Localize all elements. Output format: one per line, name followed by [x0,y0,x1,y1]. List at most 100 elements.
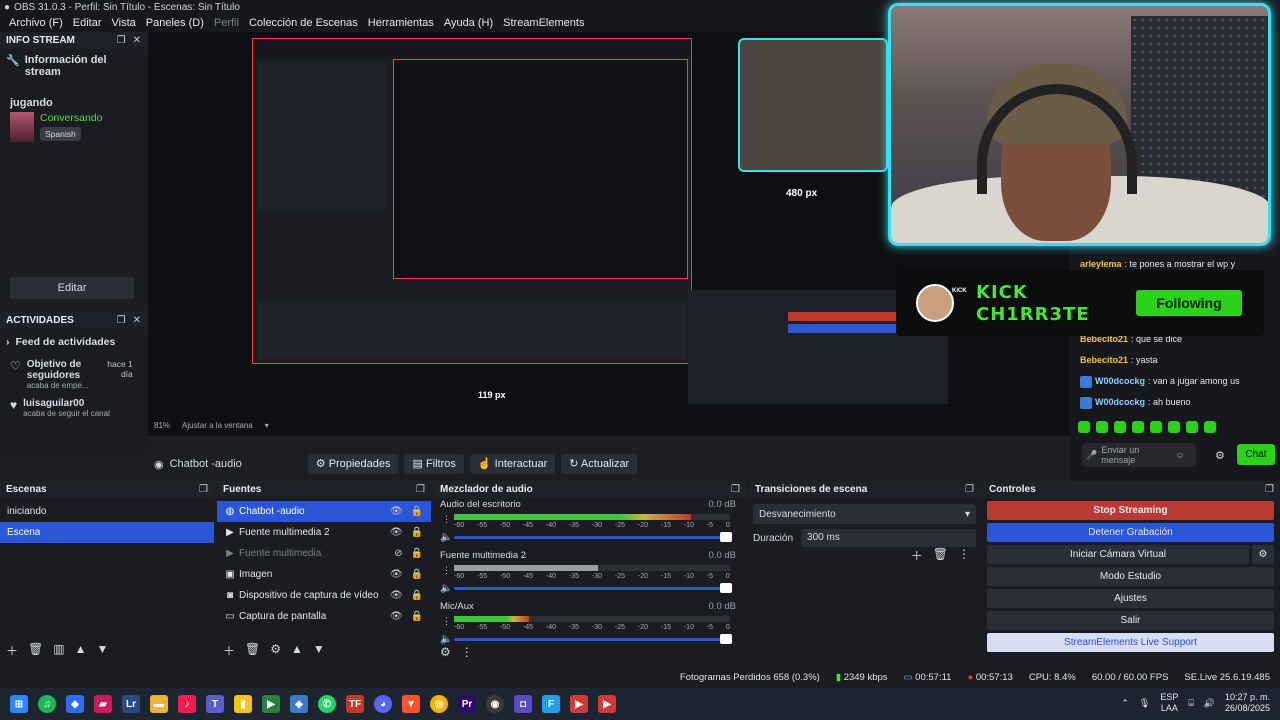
up-icon[interactable]: ▲ [291,642,303,659]
premiere-icon[interactable]: Pr [458,695,476,713]
emote-icon[interactable] [1150,421,1162,433]
gear-icon[interactable]: ⚙ [270,642,281,659]
undock-icon[interactable]: ❐ [117,35,126,46]
trash-icon[interactable]: 🗑 [933,547,948,564]
clock[interactable]: 10:27 p. m. 26/08/2025 [1225,692,1270,714]
lock-icon[interactable]: 🔒 [411,522,423,543]
emote-icon[interactable] [1204,421,1216,433]
undock-icon[interactable]: ❐ [965,484,974,495]
properties-button[interactable]: ⚙ Propiedades [307,454,399,474]
mic-icon[interactable]: 🎙 [1139,698,1150,709]
speaker-icon[interactable]: 🔈 [440,634,452,645]
down-icon[interactable]: ▼ [96,642,108,659]
speaker-icon[interactable]: 🔈 [440,532,452,543]
emote-icon[interactable] [1114,421,1126,433]
stop-recording-button[interactable]: Detener Grabación [987,523,1274,542]
speaker-icon[interactable]: 🔈 [440,583,452,594]
volume-slider[interactable] [454,536,730,539]
undock-icon[interactable]: ❐ [1265,484,1274,495]
spotify-icon[interactable]: ♫ [38,695,56,713]
emote-icon[interactable] [1186,421,1198,433]
menu-coleccion[interactable]: Colección de Escenas [244,15,363,32]
add-icon[interactable]: ＋ [911,547,923,564]
undock-icon[interactable]: ❐ [117,315,126,326]
app-icon[interactable]: ▶ [570,695,588,713]
lock-icon[interactable]: 🔒 [411,585,423,606]
app-icon[interactable]: ◈ [290,695,308,713]
windows-start-icon[interactable]: ⊞ [10,695,28,713]
menu-dots-icon[interactable]: ⋮ [958,547,970,564]
brave-icon[interactable]: ▼ [402,695,420,713]
folder-icon[interactable]: ▬ [150,695,168,713]
caret-down-icon[interactable]: ▾ [265,421,269,430]
app-icon[interactable]: ▶ [598,695,616,713]
chat-send-button[interactable]: Chat [1237,444,1275,465]
whatsapp-icon[interactable]: ✆ [318,695,336,713]
emote-icon[interactable] [1168,421,1180,433]
menu-archivo[interactable]: Archivo (F) [4,15,68,32]
app-icon[interactable]: F [542,695,560,713]
eye-icon[interactable]: 👁 [390,522,403,543]
volume-slider-handle[interactable] [720,583,732,593]
chevron-up-icon[interactable]: ⌃ [1121,698,1129,709]
menu-dots-icon[interactable]: ⋮ [461,645,473,659]
scene-item-selected[interactable]: Escena [0,522,214,543]
volume-slider[interactable] [454,587,730,590]
teams-icon[interactable]: T [206,695,224,713]
emote-icon[interactable] [1132,421,1144,433]
volume-slider-handle[interactable] [720,634,732,644]
source-item-hidden[interactable]: ▶ Fuente multimedia ⊘ 🔒 [217,543,431,564]
obs-icon[interactable]: ◉ [486,695,504,713]
menu-ayuda[interactable]: Ayuda (H) [439,15,498,32]
emote-icon[interactable] [1096,421,1108,433]
chat-user[interactable]: W00dcockg [1095,371,1145,392]
volume-slider-handle[interactable] [720,532,732,542]
source-item[interactable]: ▣ Imagen 👁 🔒 [217,564,431,585]
interact-button[interactable]: ☝ Interactuar [469,454,556,474]
menu-paneles[interactable]: Paneles (D) [141,15,209,32]
app-icon[interactable]: ▰ [94,695,112,713]
volume-icon[interactable]: 🔊 [1204,698,1215,709]
microphone-icon[interactable]: 🎤 [1086,450,1097,461]
menu-dots-icon[interactable]: ⋮ [442,616,451,627]
add-icon[interactable]: ＋ [6,642,18,659]
refresh-button[interactable]: ↻ Actualizar [561,454,638,474]
menu-perfil[interactable]: Perfil [209,15,244,32]
close-icon[interactable]: ✕ [133,35,141,46]
eye-icon[interactable]: 👁 [390,501,403,522]
undock-icon[interactable]: ❐ [731,484,740,495]
discord-icon[interactable]: ◕ [374,695,392,713]
transition-select[interactable]: Desvanecimiento ▾ [753,504,976,524]
close-icon[interactable]: ✕ [133,315,141,326]
lock-icon[interactable]: 🔒 [411,564,423,585]
source-item[interactable]: ▶ Fuente multimedia 2 👁 🔒 [217,522,431,543]
chat-user[interactable]: W00dcockg [1095,392,1145,413]
se-support-button[interactable]: StreamElements Live Support [987,633,1274,652]
advanced-audio-icon[interactable]: ⚙ [440,645,451,659]
following-button[interactable]: Following [1136,290,1242,316]
chat-user[interactable]: Bebecito21 [1080,350,1128,371]
menu-editar[interactable]: Editar [68,15,107,32]
app-icon[interactable]: ◘ [514,695,532,713]
scene-item[interactable]: iniciando [0,501,214,522]
app-icon[interactable]: Lr [122,695,140,713]
volume-slider[interactable] [454,638,730,641]
lock-icon[interactable]: 🔒 [411,501,423,522]
eye-icon[interactable]: 👁 [390,564,403,585]
emoji-icon[interactable]: ☺ [1175,450,1184,460]
gear-icon[interactable]: ⚙ [1252,545,1274,564]
gear-icon[interactable]: ⚙ [1215,449,1225,462]
source-item[interactable]: ▭ Captura de pantalla 👁 🔒 [217,606,431,627]
lock-icon[interactable]: 🔒 [411,606,423,627]
app-icon[interactable]: ▮ [234,695,252,713]
app-icon[interactable]: ◆ [66,695,84,713]
filter-icon[interactable]: ▥ [53,642,64,659]
virtual-camera-button[interactable]: Iniciar Cámara Virtual [987,545,1249,564]
undock-icon[interactable]: ❐ [199,484,208,495]
add-icon[interactable]: ＋ [223,642,235,659]
menu-herramientas[interactable]: Herramientas [363,15,439,32]
fit-option[interactable]: Ajustar a la ventana [182,421,253,430]
stop-streaming-button[interactable]: Stop Streaming [987,501,1274,520]
edit-button[interactable]: Editar [10,277,134,299]
chrome-icon[interactable]: ◎ [430,695,448,713]
